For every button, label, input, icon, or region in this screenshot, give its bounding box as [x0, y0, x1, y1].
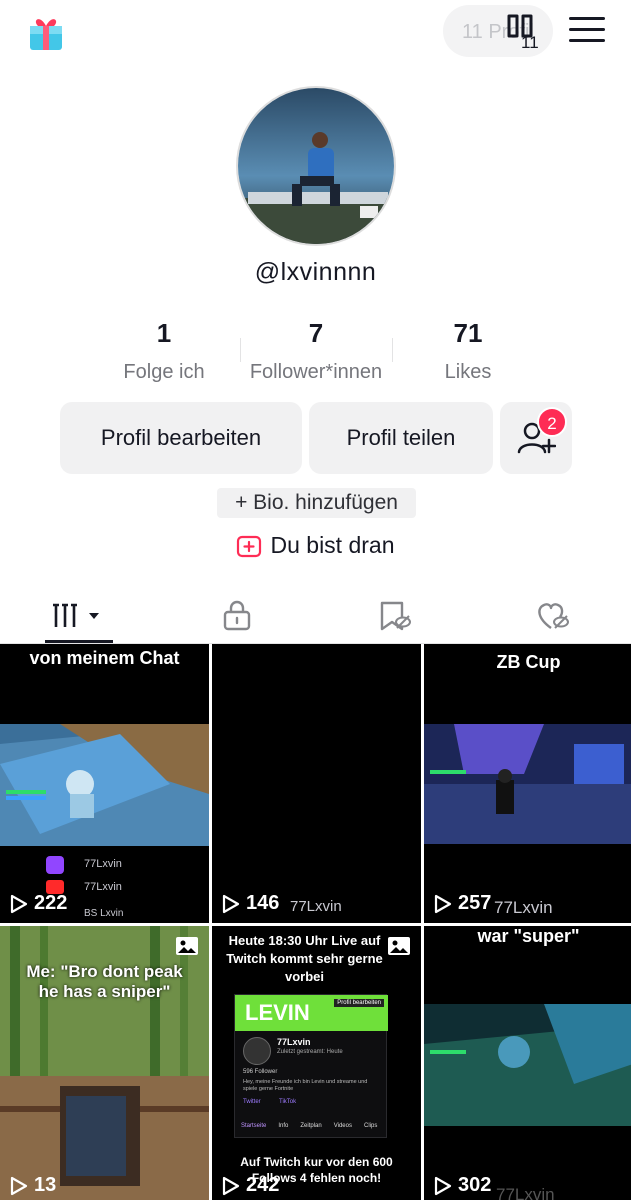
tab-videos[interactable] [0, 588, 157, 644]
view-count: 222 [10, 892, 67, 915]
following-label: Folge ich [123, 361, 205, 383]
video-thumbnail[interactable]: 146 77Lxvin [212, 644, 421, 923]
edit-profile-button[interactable]: Profil bearbeiten [60, 402, 302, 474]
card-nav-item: Zeitplan [300, 1123, 322, 1129]
following-count: 1 [156, 318, 172, 348]
tab-saved[interactable] [316, 588, 473, 644]
play-icon [10, 894, 28, 913]
menu-icon[interactable] [569, 17, 605, 45]
view-count-value: 13 [34, 1174, 57, 1196]
view-count-value: 222 [34, 892, 68, 914]
card-followers: 596 Follower [243, 1069, 278, 1075]
username: @lxvinnnn [254, 258, 377, 286]
gameplay-image [424, 1004, 631, 1126]
add-story-icon [237, 535, 262, 557]
view-count-value: 302 [458, 1174, 492, 1196]
top-bar: 11 Profil 11 [0, 0, 631, 70]
banner-button: Profil bearbeiten [334, 999, 384, 1007]
photo-mode-icon [176, 937, 198, 955]
card-nav-item: Clips [363, 1123, 378, 1129]
footprint-count: 11 [521, 33, 539, 52]
card-link: Twitter [243, 1099, 261, 1105]
profile-tabs [0, 588, 631, 644]
view-count-value: 257 [458, 892, 492, 914]
view-count: 302 [434, 1174, 491, 1197]
play-icon [434, 894, 452, 913]
liked-heart-icon [537, 603, 569, 629]
video-thumbnail[interactable]: Heute 18:30 Uhr Live auf Twitch kommt se… [212, 926, 421, 1200]
stat-followers[interactable]: 7 Follower*innen [236, 318, 396, 384]
avatar[interactable] [236, 86, 396, 246]
tab-private[interactable] [158, 588, 315, 644]
play-icon [222, 894, 240, 913]
view-count-value: 242 [246, 1174, 280, 1196]
likes-label: Likes [444, 361, 492, 383]
video-caption: von meinem Chat [29, 648, 180, 668]
videos-grid-icon [52, 603, 99, 627]
channel-banner: LEVIN Profil bearbeiten [235, 995, 388, 1031]
video-thumbnail[interactable]: von meinem Chat 77Lxvin 77Lxvin BS Lxvin… [0, 644, 209, 923]
video-thumbnail[interactable]: Me: "Bro dont peak he has a sniper" 13 [0, 926, 209, 1200]
play-icon [10, 1176, 28, 1195]
stat-following[interactable]: 1 Folge ich [84, 318, 244, 384]
creator-handle: 77Lxvin [496, 1185, 555, 1200]
overlay-line: 77Lxvin [84, 858, 122, 870]
card-nav: Startseite Info Zeitplan Videos Clips [241, 1123, 377, 1129]
video-caption: war "super" [477, 926, 580, 946]
view-count-value: 146 [246, 892, 280, 914]
stat-likes[interactable]: 71 Likes [388, 318, 548, 384]
video-thumbnail[interactable]: war "super" 302 77Lxvin [424, 926, 631, 1200]
likes-count: 71 [453, 318, 483, 348]
your-turn-link[interactable]: Du bist dran [0, 532, 631, 559]
card-avatar [243, 1037, 271, 1065]
add-bio-button[interactable]: + Bio. hinzufügen [217, 488, 416, 518]
view-count: 242 [222, 1174, 279, 1197]
banner-text: LEVIN [245, 1000, 310, 1025]
video-caption: Heute 18:30 Uhr Live auf Twitch kommt se… [226, 933, 383, 984]
your-turn-label: Du bist dran [270, 532, 395, 558]
overlay-line: BS Lxvin [84, 908, 124, 919]
view-count: 13 [10, 1174, 56, 1197]
tab-liked[interactable] [474, 588, 631, 644]
video-caption: Me: "Bro dont peak he has a sniper" [26, 962, 183, 1001]
lock-icon [223, 600, 250, 631]
friend-requests-badge: 2 [537, 407, 567, 437]
card-bio: Hey, meine Freunde ich bin Levin und str… [243, 1079, 368, 1092]
card-nav-item: Info [278, 1123, 289, 1129]
video-thumbnail[interactable]: ZB Cup 257 77Lxvin [424, 644, 631, 923]
video-caption: ZB Cup [496, 652, 561, 672]
gameplay-image [424, 724, 631, 844]
gameplay-image [0, 724, 209, 846]
footprint-icon[interactable]: 11 [503, 12, 551, 52]
share-profile-button[interactable]: Profil teilen [309, 402, 493, 474]
play-icon [222, 1176, 240, 1195]
card-status: Zuletzt gestreamt: Heute [277, 1049, 343, 1055]
gift-box-icon[interactable] [26, 12, 66, 52]
twitch-icon [46, 856, 64, 874]
twitch-profile-card: LEVIN Profil bearbeiten 77Lxvin Zuletzt … [234, 994, 388, 1138]
creator-handle: 77Lxvin [290, 898, 342, 915]
followers-count: 7 [308, 318, 324, 348]
view-count: 146 [222, 892, 279, 915]
view-count: 257 [434, 892, 491, 915]
overlay-line: 77Lxvin [84, 881, 122, 893]
card-nav-item: Videos [333, 1123, 352, 1129]
card-name: 77Lxvin [277, 1037, 311, 1047]
play-icon [434, 1176, 452, 1195]
video-grid: von meinem Chat 77Lxvin 77Lxvin BS Lxvin… [0, 644, 631, 1200]
card-nav-item: Startseite [241, 1123, 267, 1129]
card-link: TikTok [279, 1099, 297, 1105]
bookmark-icon [380, 601, 411, 631]
creator-handle: 77Lxvin [494, 898, 553, 917]
followers-label: Follower*innen [249, 361, 383, 383]
